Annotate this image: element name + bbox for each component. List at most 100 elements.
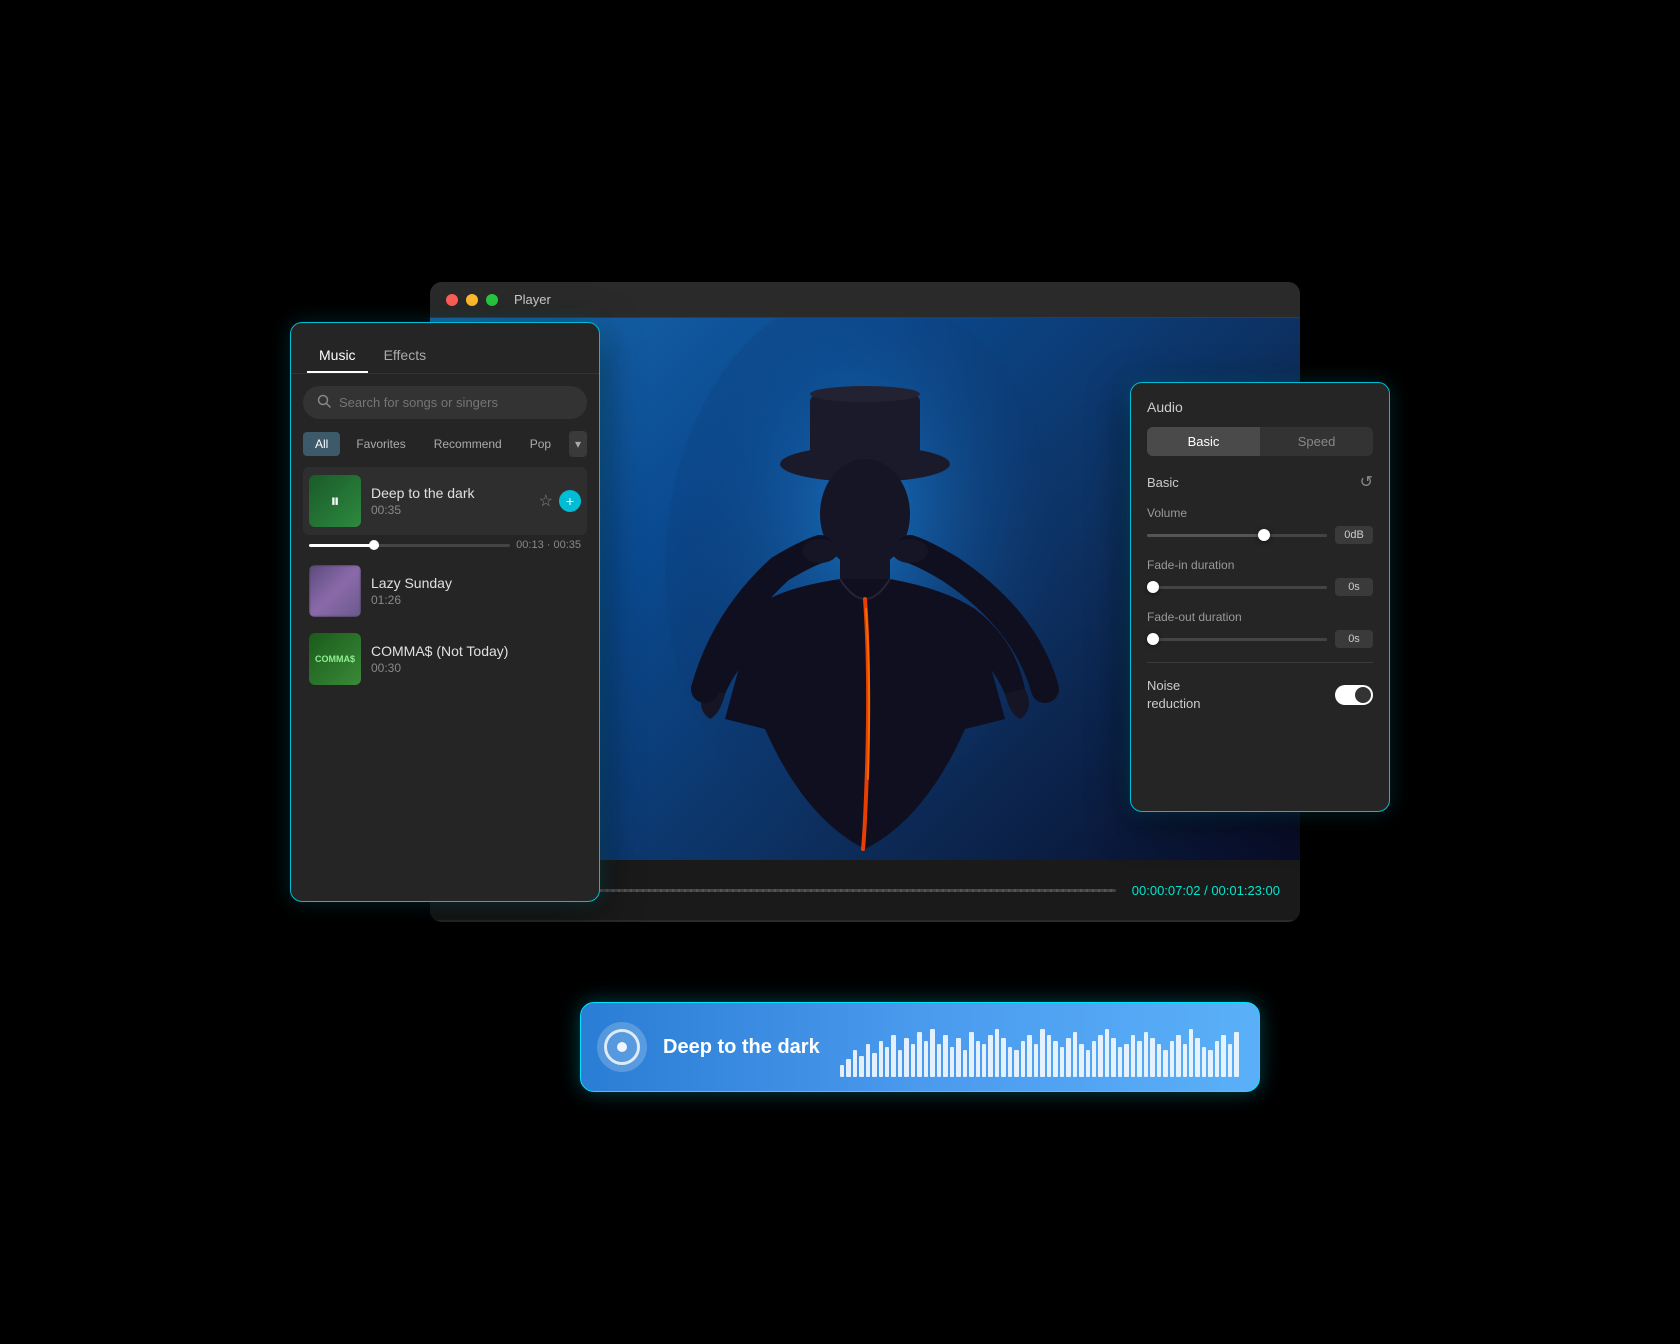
waveform-bar: [1202, 1047, 1206, 1077]
noise-reduction-row: Noise reduction: [1147, 677, 1373, 713]
volume-slider-row: 0dB: [1147, 526, 1373, 544]
song-name-3: COMMA$ (Not Today): [371, 643, 581, 659]
waveform-bar: [872, 1053, 876, 1077]
waveform-bar: [1183, 1044, 1187, 1077]
fadeout-label: Fade-out duration: [1147, 610, 1373, 624]
volume-slider[interactable]: [1147, 534, 1327, 537]
waveform-bar: [866, 1044, 870, 1077]
waveform-bar: [1176, 1035, 1180, 1077]
audio-title: Audio: [1147, 399, 1373, 415]
waveform-bar: [1124, 1044, 1128, 1077]
filter-all[interactable]: All: [303, 432, 340, 456]
song-item-3[interactable]: COMMA$ COMMA$ (Not Today) 00:30: [303, 625, 587, 693]
maximize-dot[interactable]: [486, 294, 498, 306]
waveform-bar: [1150, 1038, 1154, 1077]
waveform-bar: [937, 1044, 941, 1077]
music-logo: [597, 1022, 647, 1072]
fadeout-slider[interactable]: [1147, 638, 1327, 641]
progress-row-1: 00:13 · 00:35: [303, 535, 587, 557]
player-title: Player: [514, 292, 551, 307]
waveform-bar: [1040, 1029, 1044, 1077]
song-thumb-1: ⏸: [309, 475, 361, 527]
waveform-bar: [1144, 1032, 1148, 1077]
waveform-bar: [956, 1038, 960, 1077]
tab-music[interactable]: Music: [307, 339, 368, 373]
waveform-bar: [853, 1050, 857, 1077]
waveform-bar: [982, 1044, 986, 1077]
song-thumb-2: [309, 565, 361, 617]
noise-label: Noise reduction: [1147, 677, 1200, 713]
waveform-bar: [988, 1035, 992, 1077]
audio-tab-basic[interactable]: Basic: [1147, 427, 1260, 456]
filter-row: All Favorites Recommend Pop ▾: [291, 431, 599, 467]
now-playing-bar: Deep to the dark: [580, 1002, 1260, 1092]
waveform-bar: [1118, 1047, 1122, 1077]
fadein-slider[interactable]: [1147, 586, 1327, 589]
song-name-1: Deep to the dark: [371, 485, 529, 501]
waveform-bar: [1189, 1029, 1193, 1077]
noise-reduction-toggle[interactable]: [1335, 685, 1373, 705]
progress-bar-1[interactable]: [309, 544, 510, 547]
tab-effects[interactable]: Effects: [372, 339, 439, 373]
add-button-1[interactable]: +: [559, 490, 581, 512]
waveform: [836, 1017, 1243, 1077]
waveform-bar: [1208, 1050, 1212, 1077]
waveform-bar: [1001, 1038, 1005, 1077]
waveform-bar: [1073, 1032, 1077, 1077]
close-dot[interactable]: [446, 294, 458, 306]
waveform-bar: [1111, 1038, 1115, 1077]
waveform-bar: [1053, 1041, 1057, 1077]
waveform-bar: [1034, 1044, 1038, 1077]
reset-icon[interactable]: ↺: [1360, 472, 1373, 492]
waveform-bar: [1027, 1035, 1031, 1077]
minimize-dot[interactable]: [466, 294, 478, 306]
song-duration-3: 00:30: [371, 661, 581, 675]
waveform-bar: [1060, 1047, 1064, 1077]
audio-tabs: Basic Speed: [1147, 427, 1373, 456]
waveform-bar: [1163, 1050, 1167, 1077]
pause-icon: ⏸: [331, 491, 340, 512]
song-item-1[interactable]: ⏸ Deep to the dark 00:35 ☆ +: [303, 467, 587, 535]
waveform-bar: [879, 1041, 883, 1077]
waveform-bar: [1086, 1050, 1090, 1077]
waveform-bar: [846, 1059, 850, 1077]
chevron-down-icon: ▾: [575, 437, 581, 451]
star-button-1[interactable]: ☆: [539, 491, 553, 511]
logo-circle: [617, 1042, 627, 1052]
basic-section-header: Basic ↺: [1147, 472, 1373, 492]
song-actions-1: ☆ +: [539, 490, 581, 512]
waveform-bar: [917, 1032, 921, 1077]
waveform-bar: [1234, 1032, 1238, 1077]
waveform-bar: [1215, 1041, 1219, 1077]
search-input[interactable]: [339, 395, 573, 410]
filter-favorites[interactable]: Favorites: [344, 432, 417, 456]
fadein-label: Fade-in duration: [1147, 558, 1373, 572]
audio-tab-speed[interactable]: Speed: [1260, 427, 1373, 456]
waveform-bar: [930, 1029, 934, 1077]
scene: Player: [290, 222, 1390, 1122]
waveform-bar: [885, 1047, 889, 1077]
waveform-bar: [995, 1029, 999, 1077]
volume-control: Volume 0dB: [1147, 506, 1373, 544]
waveform-bar: [1066, 1038, 1070, 1077]
waveform-bar: [859, 1056, 863, 1077]
waveform-bar: [1157, 1044, 1161, 1077]
waveform-bar: [1131, 1035, 1135, 1077]
volume-label: Volume: [1147, 506, 1373, 520]
waveform-bar: [950, 1047, 954, 1077]
waveform-bar: [1195, 1038, 1199, 1077]
waveform-bar: [943, 1035, 947, 1077]
fadein-slider-row: 0s: [1147, 578, 1373, 596]
divider: [1147, 662, 1373, 663]
waveform-bar: [976, 1041, 980, 1077]
song-duration-1: 00:35: [371, 503, 529, 517]
waveform-bar: [891, 1035, 895, 1077]
song-list: ⏸ Deep to the dark 00:35 ☆ +: [291, 467, 599, 693]
song-info-3: COMMA$ (Not Today) 00:30: [371, 643, 581, 675]
filter-recommend[interactable]: Recommend: [422, 432, 514, 456]
filter-dropdown[interactable]: ▾: [569, 431, 587, 457]
song-item-2[interactable]: Lazy Sunday 01:26: [303, 557, 587, 625]
filter-pop[interactable]: Pop: [518, 432, 563, 456]
time-display: 00:00:07:02 / 00:01:23:00: [1132, 883, 1280, 898]
music-panel: Music Effects All Favorites Recommend Po…: [290, 322, 600, 902]
